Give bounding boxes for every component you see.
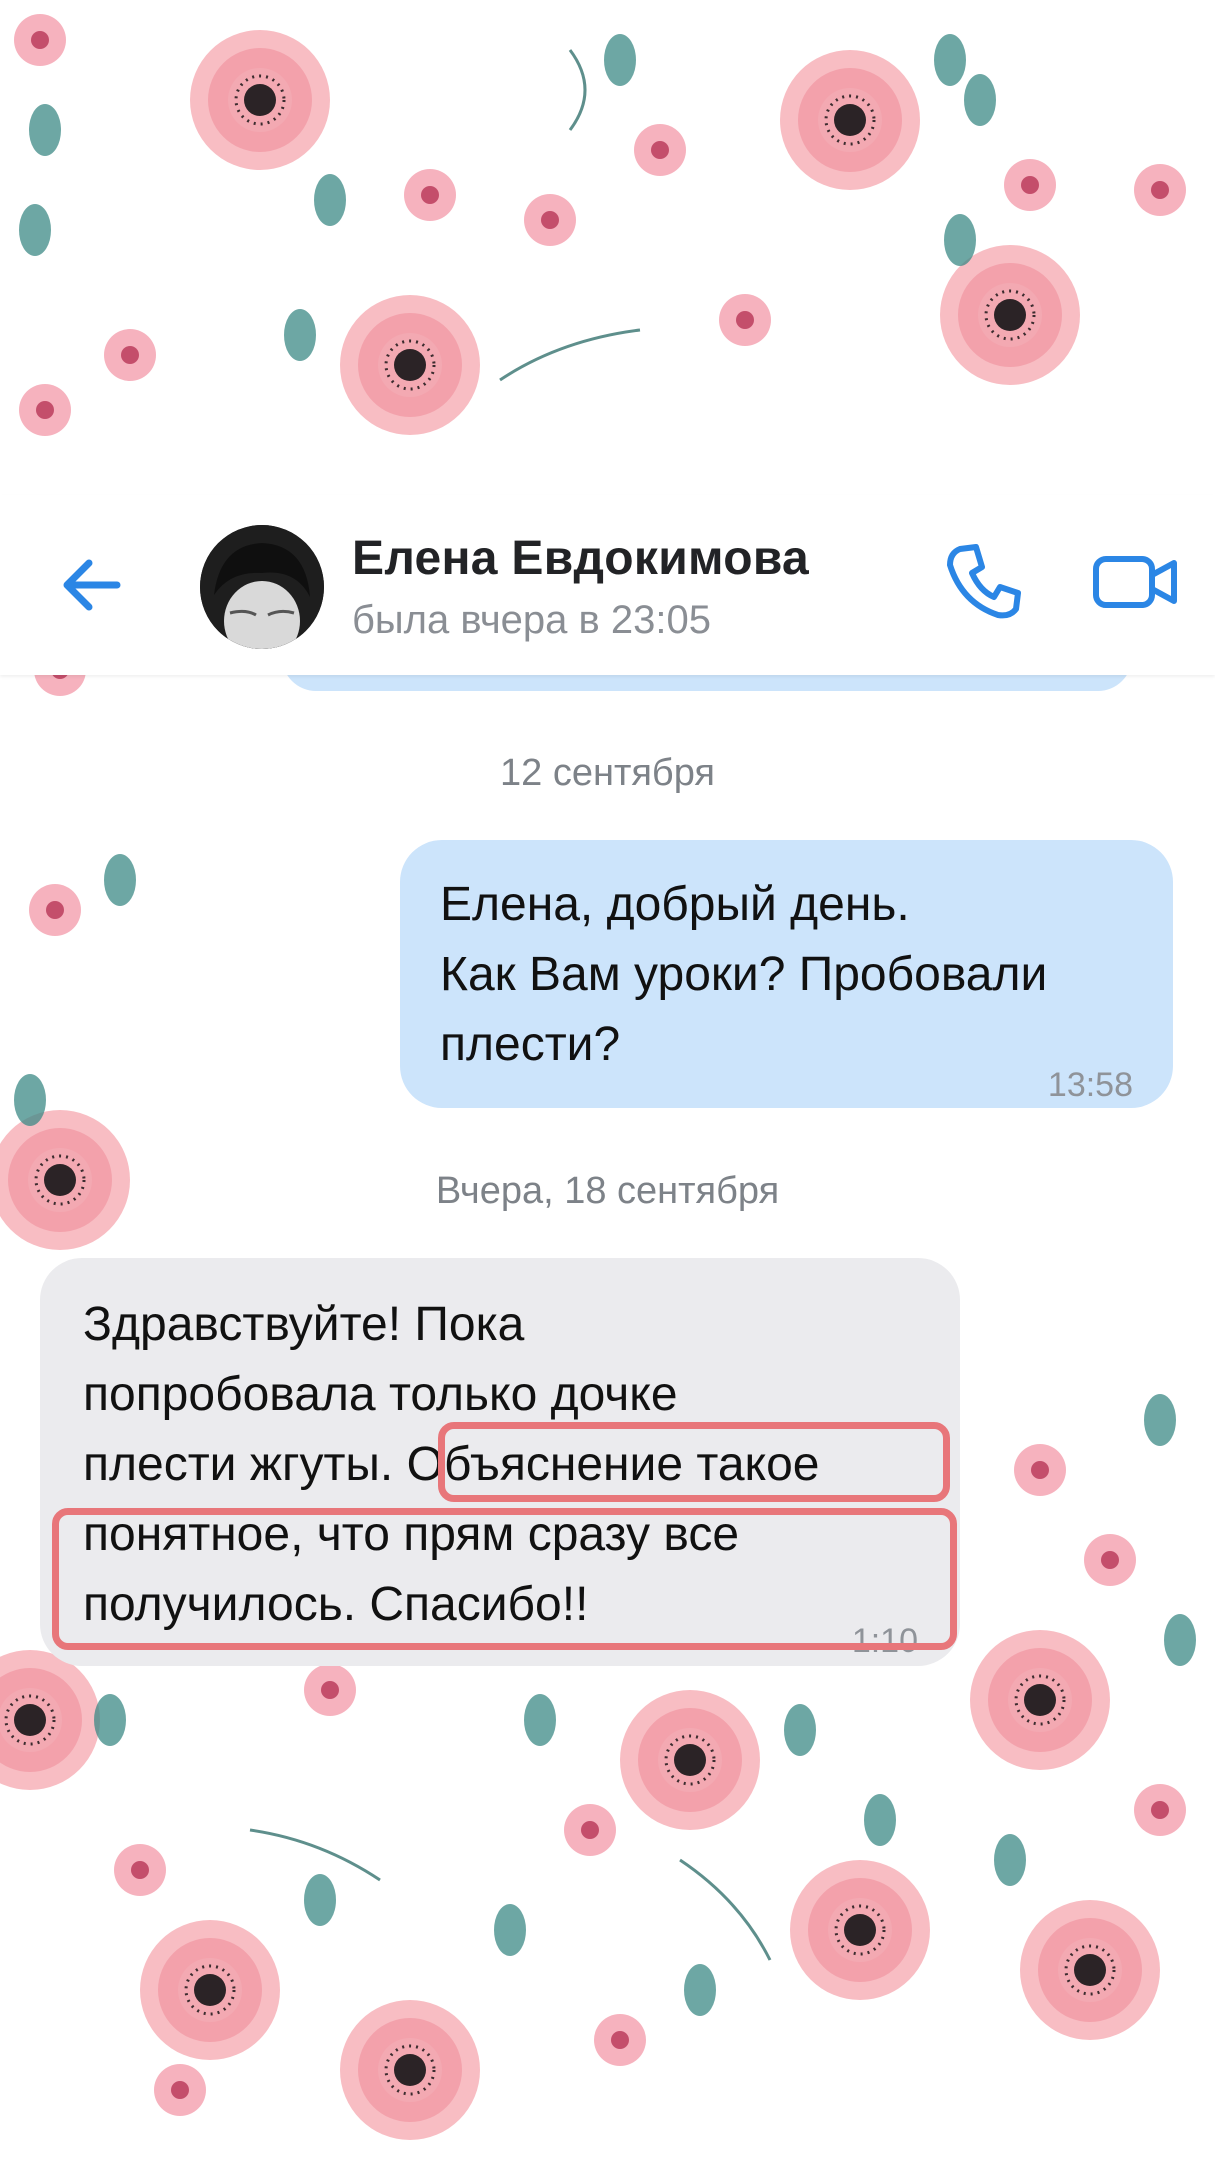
date-separator: 12 сентября xyxy=(500,752,715,794)
message-time: 13:58 xyxy=(1047,1066,1133,1104)
message-line: Елена, добрый день. xyxy=(440,878,910,931)
contact-name[interactable]: Елена Евдокимова xyxy=(352,531,809,586)
avatar[interactable] xyxy=(200,525,324,649)
highlight-box xyxy=(52,1508,957,1650)
phone-icon[interactable] xyxy=(940,535,1030,625)
last-seen-status: была вчера в 23:05 xyxy=(352,598,711,642)
date-separator: Вчера, 18 сентября xyxy=(435,1170,780,1212)
message-line: Здравствуйте! Пока xyxy=(83,1298,525,1351)
message-line: плести? xyxy=(440,1018,621,1071)
message-line: попробовала только дочке xyxy=(83,1368,678,1421)
highlight-box xyxy=(438,1422,950,1502)
outgoing-message[interactable]: Елена, добрый день. Как Вам уроки? Пробо… xyxy=(400,840,1173,1108)
video-camera-icon[interactable] xyxy=(1090,537,1180,627)
arrow-left-icon[interactable] xyxy=(55,545,135,625)
chat-header: Елена Евдокимова была вчера в 23:05 xyxy=(0,495,1215,675)
message-line: Как Вам уроки? Пробовали xyxy=(440,948,1048,1001)
